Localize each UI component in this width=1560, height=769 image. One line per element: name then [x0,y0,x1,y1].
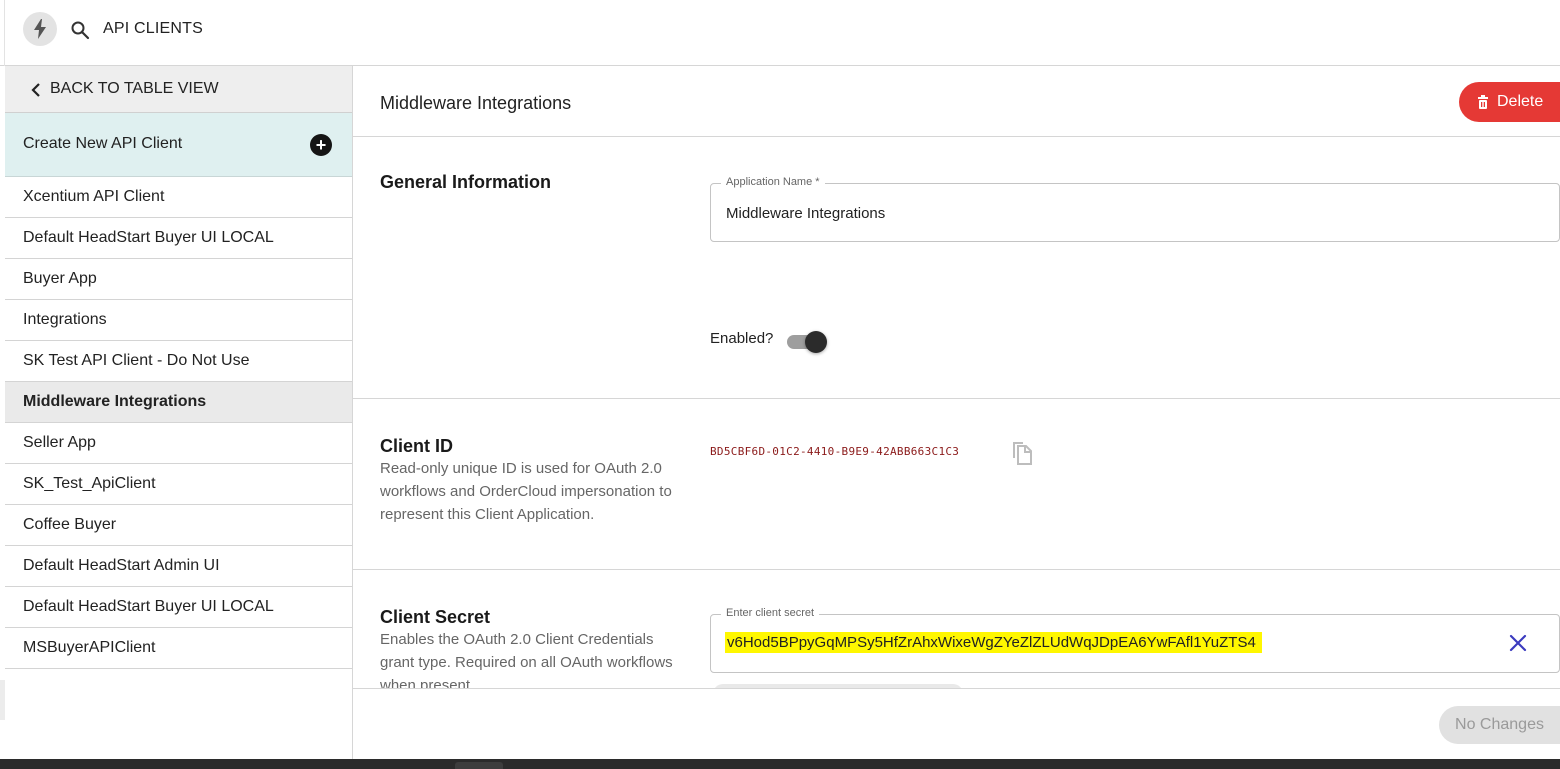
application-name-label: Application Name * [721,176,825,188]
delete-button[interactable]: Delete [1459,82,1560,122]
list-item[interactable]: Middleware Integrations [5,382,352,423]
list-item[interactable]: Default HeadStart Buyer UI LOCAL [5,587,352,628]
enabled-label: Enabled? [710,330,774,347]
list-item[interactable]: Seller App [5,423,352,464]
client-secret-value: v6Hod5BPpyGqMPSy5HfZrAhxWixeWgZYeZlZLUdW… [725,632,1262,653]
create-api-client-button[interactable]: Create New API Client + [5,113,352,177]
detail-title: Middleware Integrations [380,93,572,113]
list-item[interactable]: MSBuyerAPIClient [5,628,352,669]
api-client-list: Xcentium API Client Default HeadStart Buy… [5,177,352,669]
client-secret-field[interactable]: Enter client secret v6Hod5BPpyGqMPSy5HfZ… [710,607,1560,673]
create-label: Create New API Client [23,135,183,152]
plus-circle-icon[interactable]: + [310,134,332,156]
general-information-title: General Information [380,172,552,192]
client-secret-text: v6Hod5BPpyGqMPSy5HfZrAhxWixeWgZYeZlZLUdW… [725,632,1262,653]
taskbar [0,759,1560,769]
search-icon[interactable] [70,20,90,40]
toggle-knob [805,331,827,353]
back-label: BACK TO TABLE VIEW [50,80,219,97]
client-id-title: Client ID [380,436,454,456]
list-item[interactable]: Default HeadStart Buyer UI LOCAL [5,218,352,259]
client-id-section: Client ID Read-only unique ID is used fo… [353,399,1560,570]
application-name-field[interactable]: Application Name * Middleware Integratio… [710,176,1560,242]
delete-label: Delete [1497,93,1544,110]
lightning-bolt-icon[interactable] [23,12,57,46]
back-to-table-button[interactable]: BACK TO TABLE VIEW [5,66,352,113]
left-edge-divider [0,0,5,66]
general-information-section: General Information Application Name * M… [353,137,1560,399]
list-item[interactable]: Buyer App [5,259,352,300]
list-item[interactable]: Default HeadStart Admin UI [5,546,352,587]
client-id-value: BD5CBF6D-01C2-4410-B9E9-42ABB663C1C3 [710,445,960,458]
client-secret-description: Enables the OAuth 2.0 Client Credentials… [380,631,673,688]
client-secret-title: Client Secret [380,607,491,627]
client-id-description: Read-only unique ID is used for OAuth 2.… [380,460,672,523]
list-item[interactable]: Coffee Buyer [5,505,352,546]
copy-icon[interactable] [1010,439,1034,465]
list-item[interactable]: Xcentium API Client [5,177,352,218]
list-item[interactable]: SK_Test_ApiClient [5,464,352,505]
enabled-toggle[interactable] [787,330,827,354]
client-secret-section: Client Secret Enables the OAuth 2.0 Clie… [353,570,1560,688]
taskbar-tab[interactable] [455,762,503,769]
close-icon[interactable] [1509,634,1527,652]
footer-bar: No Changes [353,688,1560,759]
left-edge-strip [0,680,5,720]
sidebar: BACK TO TABLE VIEW Create New API Client… [5,66,353,759]
list-item[interactable]: SK Test API Client - Do Not Use [5,341,352,382]
main-panel: Middleware Integrations Delete General I… [353,66,1560,759]
application-name-value: Middleware Integrations [726,205,886,222]
detail-header: Middleware Integrations Delete [353,66,1560,137]
trash-icon [1478,95,1488,109]
top-bar: API CLIENTS [0,0,1560,66]
list-item[interactable]: Integrations [5,300,352,341]
save-button[interactable]: No Changes [1439,706,1560,744]
page-title: API CLIENTS [103,20,204,37]
app-window: API CLIENTS BACK TO TABLE VIEW Create Ne… [0,0,1560,769]
chevron-left-icon [31,83,40,97]
client-secret-label: Enter client secret [721,607,820,619]
